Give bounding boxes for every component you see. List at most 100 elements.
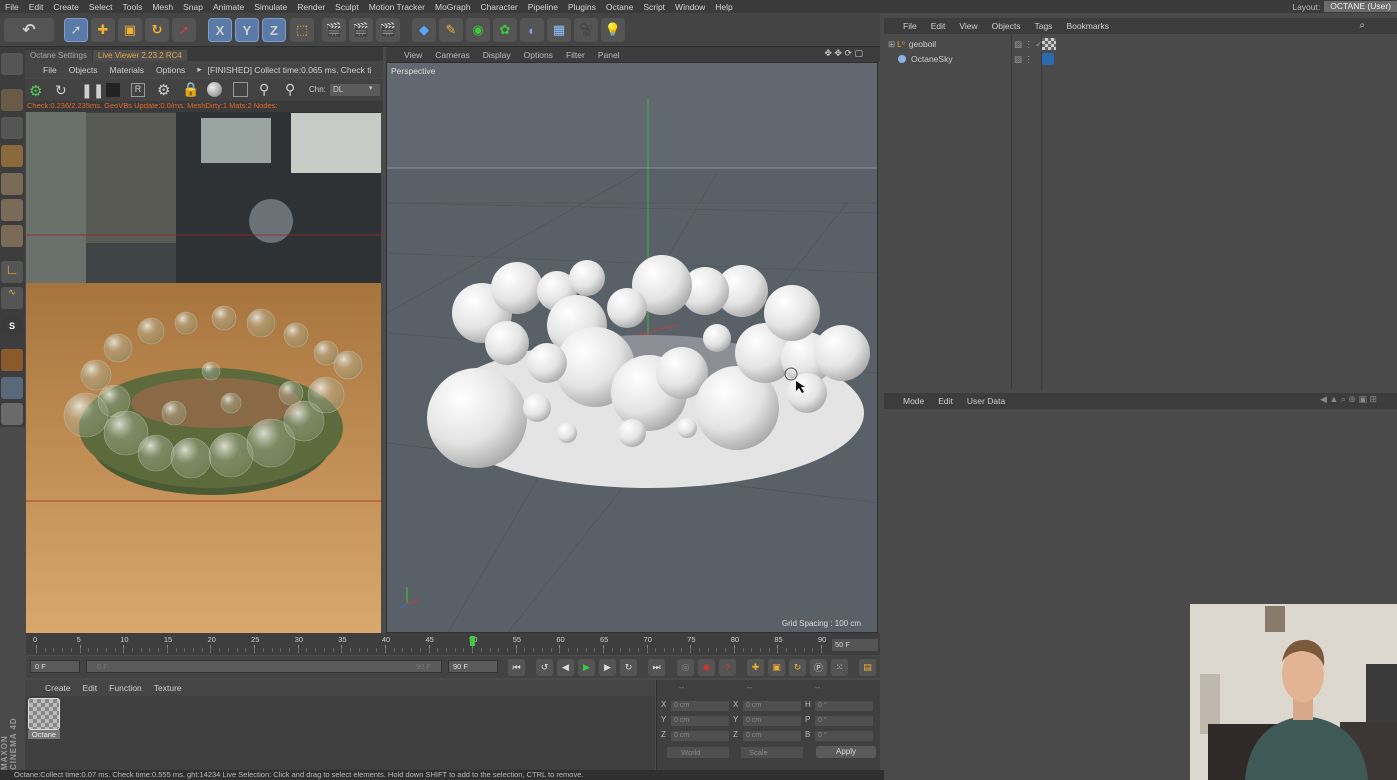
mat-menu-edit[interactable]: Edit xyxy=(83,683,98,693)
attribute-nav-icons[interactable]: ◀ ▲ ⌕ ⊕ ▣ ⊞ xyxy=(1320,394,1377,405)
end-frame-field[interactable]: 50 F xyxy=(832,639,878,651)
vp-menu-options[interactable]: Options xyxy=(524,50,553,60)
timeline-button[interactable]: ▤ xyxy=(859,659,876,676)
z-axis-button[interactable]: Z xyxy=(262,18,286,42)
lv-menu-file[interactable]: File xyxy=(43,65,57,75)
vp-menu-display[interactable]: Display xyxy=(483,50,511,60)
restart-icon[interactable]: ↻ xyxy=(55,82,67,99)
pause-icon[interactable]: ❚❚ xyxy=(81,82,104,99)
autokey-button[interactable]: ◉ xyxy=(698,659,715,676)
menu-file[interactable]: File xyxy=(5,2,19,12)
y-axis-button[interactable]: Y xyxy=(235,18,259,42)
octane-tag-icon[interactable] xyxy=(1042,53,1054,65)
menu-animate[interactable]: Animate xyxy=(213,2,244,12)
menu-edit[interactable]: Edit xyxy=(29,2,44,12)
coord-value-field[interactable]: 0 cm xyxy=(671,731,729,741)
tab-live-viewer[interactable]: Live Viewer 2.23.2 RC4 xyxy=(92,50,187,61)
menu-mograph[interactable]: MoGraph xyxy=(435,2,470,12)
om-menu-edit[interactable]: Edit xyxy=(931,21,946,31)
recent-tool-button[interactable]: ➚ xyxy=(172,18,196,42)
am-menu-user-data[interactable]: User Data xyxy=(967,396,1005,406)
render-view-button[interactable]: 🎬 xyxy=(322,18,346,42)
snapping-button[interactable]: S xyxy=(1,315,23,337)
layout-value[interactable]: OCTANE (User) xyxy=(1324,1,1397,12)
tab-octane-settings[interactable]: Octane Settings xyxy=(25,50,92,61)
menu-simulate[interactable]: Simulate xyxy=(254,2,287,12)
pen-spline-button[interactable]: ✎ xyxy=(439,18,463,42)
timeline[interactable]: 051015202530354045505560657075808590 50 … xyxy=(26,633,880,655)
record-position-button[interactable]: ✚ xyxy=(747,659,764,676)
current-frame-field[interactable]: 0 F xyxy=(30,660,80,673)
material-item[interactable]: Octane xyxy=(28,698,60,742)
coord-scale-select[interactable]: Scale xyxy=(741,747,803,758)
cube-object-button[interactable]: ◆ xyxy=(412,18,436,42)
model-mode-button[interactable] xyxy=(1,89,23,111)
vp-menu-view[interactable]: View xyxy=(404,50,422,60)
om-menu-tags[interactable]: Tags xyxy=(1034,21,1052,31)
pin-icon[interactable]: ⚲ xyxy=(259,81,269,98)
prev-frame-button[interactable]: ◀ xyxy=(557,659,574,676)
render-settings-button[interactable]: 🎬 xyxy=(376,18,400,42)
workplane-mode-button[interactable] xyxy=(1,145,23,167)
playhead[interactable] xyxy=(470,636,476,646)
menu-help[interactable]: Help xyxy=(715,2,732,12)
prev-key-button[interactable]: ↺ xyxy=(536,659,553,676)
menu-character[interactable]: Character xyxy=(480,2,517,12)
visibility-icon[interactable]: ▨ ⋮ ✓ xyxy=(1014,39,1042,50)
light-button[interactable]: 💡 xyxy=(601,18,625,42)
go-to-end-button[interactable]: ⏭ xyxy=(648,659,665,676)
undo-button[interactable]: ↶ xyxy=(4,18,54,42)
am-menu-mode[interactable]: Mode xyxy=(903,396,924,406)
material-ball-icon[interactable] xyxy=(207,82,222,97)
menu-mesh[interactable]: Mesh xyxy=(152,2,173,12)
deformer-button[interactable]: ◐ xyxy=(520,18,544,42)
polygons-mode-button[interactable] xyxy=(1,225,23,247)
menu-snap[interactable]: Snap xyxy=(183,2,203,12)
play-button[interactable]: ▶ xyxy=(578,659,595,676)
render-output[interactable] xyxy=(26,103,381,633)
menu-script[interactable]: Script xyxy=(643,2,665,12)
pin-icon[interactable]: ⚲ xyxy=(285,81,295,98)
planar-workplane-button[interactable] xyxy=(1,403,23,425)
menu-octane[interactable]: Octane xyxy=(606,2,633,12)
next-frame-button[interactable]: ▶ xyxy=(599,659,616,676)
vp-menu-cameras[interactable]: Cameras xyxy=(435,50,469,60)
object-row-octanesky[interactable]: OctaneSky ▨ ⋮ xyxy=(884,52,1397,66)
mat-menu-create[interactable]: Create xyxy=(45,683,71,693)
vp-menu-filter[interactable]: Filter xyxy=(566,50,585,60)
coord-value-field[interactable]: 0 cm xyxy=(743,716,801,726)
menu-tools[interactable]: Tools xyxy=(123,2,143,12)
am-menu-edit[interactable]: Edit xyxy=(938,396,953,406)
object-row-geoboil[interactable]: ⊞ L⁰ geoboil ▨ ⋮ ✓ xyxy=(884,37,1397,51)
lv-menu-materials[interactable]: Materials xyxy=(110,65,144,75)
visibility-icon[interactable]: ▨ ⋮ xyxy=(1014,54,1033,65)
material-tag-icon[interactable] xyxy=(1042,38,1056,50)
perspective-viewport[interactable]: Perspective Grid Spacing : 100 cm xyxy=(386,62,878,633)
subdivision-button[interactable]: ◉ xyxy=(466,18,490,42)
max-frame-field[interactable]: 90 F xyxy=(448,660,498,673)
record-scale-button[interactable]: ▣ xyxy=(768,659,785,676)
lock-icon[interactable]: 🔒 xyxy=(182,81,199,98)
coord-value-field[interactable]: 0 cm xyxy=(743,731,801,741)
edges-mode-button[interactable] xyxy=(1,199,23,221)
om-menu-objects[interactable]: Objects xyxy=(992,21,1021,31)
coord-mode-select[interactable]: World xyxy=(667,747,729,758)
keyframe-selection-button[interactable]: ? xyxy=(719,659,736,676)
menu-render[interactable]: Render xyxy=(297,2,325,12)
axis-mode-button[interactable]: ∟ xyxy=(1,261,23,283)
camera-button[interactable]: 🎥 xyxy=(574,18,598,42)
gear-icon[interactable]: ⚙ xyxy=(29,82,42,100)
coord-value-field[interactable]: 0 cm xyxy=(671,716,729,726)
render-picture-viewer-button[interactable]: 🎬 xyxy=(349,18,373,42)
menu-window[interactable]: Window xyxy=(675,2,705,12)
settings-icon[interactable]: ⚙ xyxy=(157,81,170,99)
menu-plugins[interactable]: Plugins xyxy=(568,2,596,12)
apply-button[interactable]: Apply xyxy=(816,746,876,758)
magnet-button[interactable] xyxy=(1,349,23,371)
lv-menu-objects[interactable]: Objects xyxy=(69,65,98,75)
rotate-tool-button[interactable]: ↻ xyxy=(145,18,169,42)
mat-menu-function[interactable]: Function xyxy=(109,683,142,693)
viewport-nav-icons[interactable]: ✥ ✥ ⟳ ▢ xyxy=(824,48,863,59)
region-render-icon[interactable]: R xyxy=(131,83,145,97)
menu-select[interactable]: Select xyxy=(89,2,113,12)
